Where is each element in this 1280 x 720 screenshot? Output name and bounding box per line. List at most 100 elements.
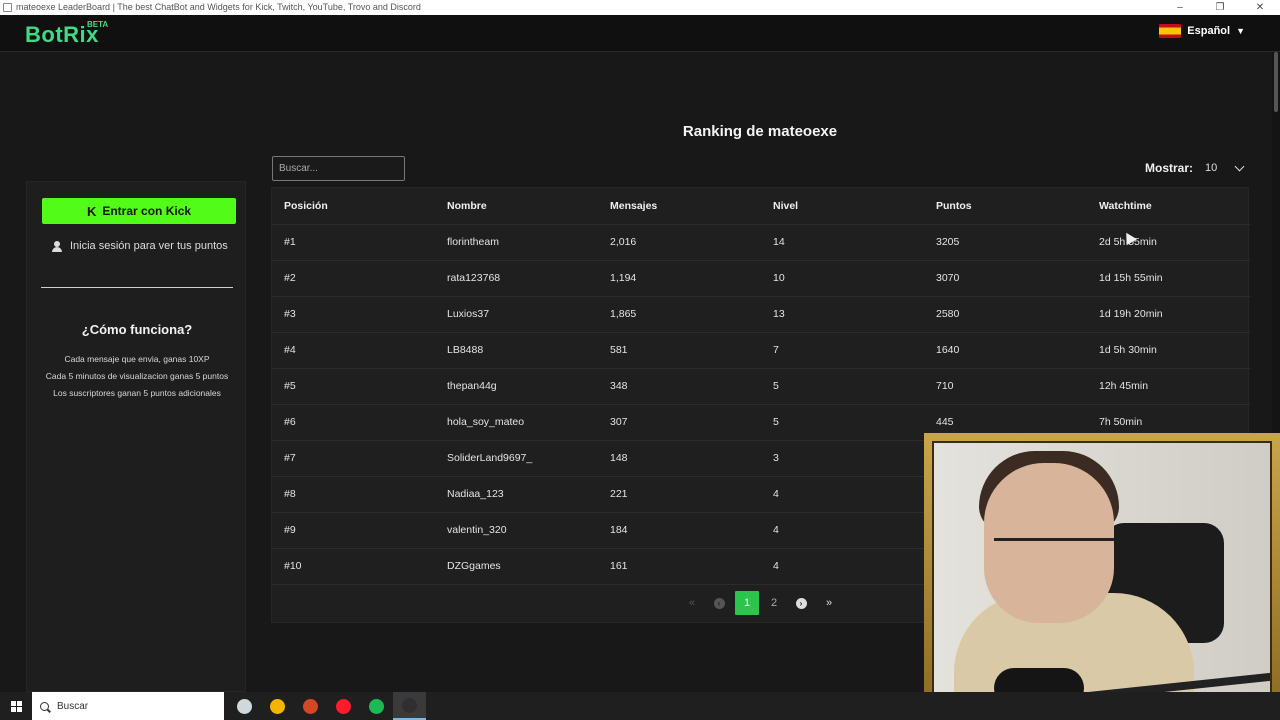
beta-badge: BETA: [87, 20, 109, 29]
table-cell: 4: [761, 512, 924, 549]
scrollbar-thumb[interactable]: [1274, 52, 1278, 112]
column-header[interactable]: Nivel: [761, 188, 924, 225]
table-cell: 2,016: [598, 224, 761, 261]
login-hint-text: Inicia sesión para ver tus puntos: [70, 240, 228, 252]
user-icon: [52, 240, 62, 252]
table-cell: 1640: [924, 332, 1087, 369]
table-cell: #10: [272, 548, 435, 585]
table-row: #4 LB8488 581 7 1640 1d 5h 30min: [272, 332, 1250, 369]
start-button[interactable]: [0, 692, 32, 720]
taskbar-app-button[interactable]: [261, 692, 294, 720]
table-cell: #6: [272, 404, 435, 441]
table-cell: 348: [598, 368, 761, 405]
language-selector[interactable]: Español ▼: [1159, 24, 1245, 38]
table-cell: SoliderLand9697_: [435, 440, 598, 477]
chevron-left-icon: ‹: [713, 597, 725, 609]
table-cell: #2: [272, 260, 435, 297]
column-header[interactable]: Posición: [272, 188, 435, 225]
table-cell: 3205: [924, 224, 1087, 261]
table-cell: 12h 45min: [1087, 368, 1250, 405]
table-cell: 4: [761, 476, 924, 513]
page-button-1[interactable]: 1: [735, 591, 759, 615]
column-header[interactable]: Puntos: [924, 188, 1087, 225]
table-cell: thepan44g: [435, 368, 598, 405]
table-cell: 1d 15h 55min: [1087, 260, 1250, 297]
window-controls: – ❐ ✕: [1160, 0, 1280, 15]
table-header-row: Posición Nombre Mensajes Nivel Puntos Wa…: [272, 188, 1250, 225]
table-cell: 184: [598, 512, 761, 549]
taskbar-app-button[interactable]: [393, 692, 426, 720]
opera-icon: [336, 698, 351, 714]
webcam-overlay: [924, 433, 1280, 713]
show-label: Mostrar:: [1145, 161, 1194, 175]
first-page-button[interactable]: «: [680, 591, 704, 615]
page-size-select[interactable]: 10: [1201, 158, 1245, 178]
taskbar-apps: [228, 692, 426, 720]
column-header[interactable]: Mensajes: [598, 188, 761, 225]
top-navbar: BotRix BETA Español ▼: [0, 15, 1280, 52]
table-cell: 1d 5h 30min: [1087, 332, 1250, 369]
taskbar-app-button[interactable]: [360, 692, 393, 720]
search-input[interactable]: [272, 156, 405, 181]
browser-app-icon: [3, 3, 12, 12]
prev-page-button[interactable]: ‹: [707, 591, 731, 615]
last-page-button[interactable]: »: [817, 591, 841, 615]
taskbar-search[interactable]: Buscar: [32, 692, 224, 720]
table-cell: #7: [272, 440, 435, 477]
table-cell: #4: [272, 332, 435, 369]
page-title: Ranking de mateoexe: [682, 123, 838, 140]
table-cell: DZGgames: [435, 548, 598, 585]
column-header[interactable]: Watchtime: [1087, 188, 1250, 225]
table-cell: 307: [598, 404, 761, 441]
rules-list: Cada mensaje que envia, ganas 10XP Cada …: [27, 351, 247, 402]
table-cell: 3070: [924, 260, 1087, 297]
close-button[interactable]: ✕: [1240, 0, 1280, 15]
table-cell: 3: [761, 440, 924, 477]
chevron-right-icon: ›: [795, 597, 807, 609]
table-cell: 2580: [924, 296, 1087, 333]
rule-item: Cada 5 minutos de visualizacion ganas 5 …: [45, 371, 229, 381]
table-cell: #1: [272, 224, 435, 261]
table-cell: #3: [272, 296, 435, 333]
how-it-works-title: ¿Cómo funciona?: [81, 322, 193, 337]
table-cell: #9: [272, 512, 435, 549]
table-cell: 710: [924, 368, 1087, 405]
table-cell: 10: [761, 260, 924, 297]
table-cell: 148: [598, 440, 761, 477]
column-header[interactable]: Nombre: [435, 188, 598, 225]
sidebar-divider: [41, 287, 233, 288]
windows-taskbar: Buscar: [0, 692, 1280, 720]
chevron-down-icon: ▼: [1236, 26, 1245, 36]
table-cell: Luxios37: [435, 296, 598, 333]
table-cell: rata123768: [435, 260, 598, 297]
next-page-button[interactable]: ›: [789, 591, 813, 615]
language-label: Español: [1187, 25, 1231, 37]
table-cell: 13: [761, 296, 924, 333]
spain-flag-icon: [1159, 24, 1182, 38]
taskbar-search-label: Buscar: [57, 700, 89, 712]
chrome-icon: [270, 698, 285, 714]
taskbar-app-button[interactable]: [294, 692, 327, 720]
taskbar-app-button[interactable]: [228, 692, 261, 720]
minimize-button[interactable]: –: [1160, 0, 1200, 15]
table-cell: valentin_320: [435, 512, 598, 549]
windows-logo-icon: [10, 700, 22, 712]
table-cell: 1,865: [598, 296, 761, 333]
table-cell: 4: [761, 548, 924, 585]
taskbar-app-button[interactable]: [327, 692, 360, 720]
webcam-feed: [932, 441, 1272, 705]
sidebar: K Entrar con Kick Inicia sesión para ver…: [26, 181, 246, 692]
table-cell: hola_soy_mateo: [435, 404, 598, 441]
table-row: #2 rata123768 1,194 10 3070 1d 15h 55min: [272, 260, 1250, 297]
powerpoint-icon: [303, 698, 318, 714]
window-title: mateoexe LeaderBoard | The best ChatBot …: [16, 2, 421, 12]
obs-icon: [402, 697, 417, 713]
table-cell: 221: [598, 476, 761, 513]
table-row: #3 Luxios37 1,865 13 2580 1d 19h 20min: [272, 296, 1250, 333]
login-kick-button[interactable]: K Entrar con Kick: [42, 198, 236, 224]
table-cell: 1d 19h 20min: [1087, 296, 1250, 333]
page-button-2[interactable]: 2: [762, 591, 786, 615]
restore-button[interactable]: ❐: [1200, 0, 1240, 15]
table-cell: 2d 5h 55min: [1087, 224, 1250, 261]
table-cell: 1,194: [598, 260, 761, 297]
